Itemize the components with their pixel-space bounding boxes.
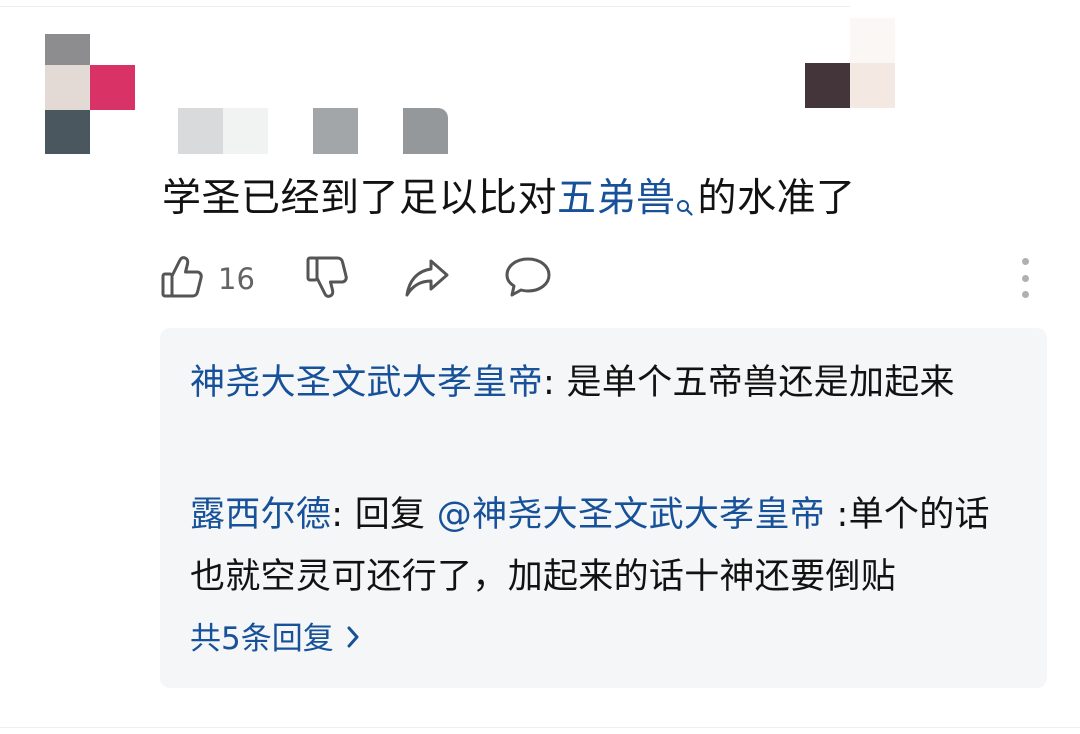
comment-screen: 学圣已经到了足以比对五弟兽 的水准了 16 神尧大圣文武大孝皇帝: 是单个五帝兽… — [0, 0, 1080, 734]
like-button[interactable]: 16 — [160, 254, 255, 304]
reply-mention-link[interactable]: @神尧大圣文武大孝皇帝 — [437, 495, 825, 535]
view-all-replies-label: 共5条回复 — [190, 621, 334, 657]
avatar-pixel — [90, 65, 135, 110]
top-divider — [0, 6, 850, 7]
chevron-right-icon — [334, 616, 360, 662]
share-button[interactable] — [403, 254, 451, 304]
speech-bubble-icon — [504, 255, 552, 303]
search-icon[interactable] — [676, 178, 694, 232]
avatar-pixel — [45, 34, 90, 65]
avatar-pixel — [90, 34, 135, 65]
username-pixel — [223, 108, 268, 154]
bottom-divider — [0, 727, 1080, 728]
comment-text: 学圣已经到了足以比对五弟兽 的水准了 — [162, 172, 856, 232]
badge-pixel — [850, 18, 895, 63]
sub-reply[interactable]: 露西尔德: 回复 @神尧大圣文武大孝皇帝 :单个的话也就空灵可还行了，加起来的话… — [190, 484, 1010, 608]
reply-separator: : — [543, 363, 567, 403]
reply-text: 是单个五帝兽还是加起来 — [566, 363, 955, 403]
avatar-pixel — [90, 110, 135, 154]
thumbs-up-icon — [160, 254, 204, 304]
search-link-word[interactable]: 五弟兽 — [557, 176, 676, 221]
username-pixel — [313, 108, 358, 154]
reply-button[interactable] — [504, 254, 552, 304]
badge-pixel — [850, 63, 895, 108]
like-count: 16 — [218, 262, 255, 296]
sub-replies-box[interactable]: 神尧大圣文武大孝皇帝: 是单个五帝兽还是加起来 露西尔德: 回复 @神尧大圣文武… — [160, 328, 1047, 688]
reply-author-link[interactable]: 神尧大圣文武大孝皇帝 — [190, 363, 543, 403]
view-all-replies-link[interactable]: 共5条回复 — [190, 616, 360, 662]
more-dot — [1021, 258, 1029, 265]
username-pixel — [178, 108, 223, 154]
reply-prefix: 回复 — [354, 495, 437, 535]
user-badge-censored — [805, 18, 895, 108]
avatar-pixel — [45, 65, 90, 110]
share-arrow-icon — [403, 255, 451, 303]
more-vertical-icon[interactable] — [1012, 258, 1038, 298]
avatar-pixel — [45, 110, 90, 154]
dislike-button[interactable] — [305, 254, 349, 304]
sub-reply[interactable]: 神尧大圣文武大孝皇帝: 是单个五帝兽还是加起来 — [190, 352, 1010, 414]
comment-text-end: 的水准了 — [697, 176, 856, 221]
comment-text-start: 学圣已经到了足以比对 — [162, 176, 558, 221]
reply-author-link[interactable]: 露西尔德 — [190, 495, 331, 535]
badge-pixel — [805, 63, 850, 108]
username-pixel — [403, 108, 448, 154]
avatar[interactable] — [45, 20, 135, 154]
username-censored[interactable] — [178, 108, 448, 154]
reply-separator: : — [331, 495, 355, 535]
thumbs-down-icon — [305, 254, 349, 304]
more-dot — [1021, 274, 1029, 282]
more-dot — [1021, 291, 1029, 298]
